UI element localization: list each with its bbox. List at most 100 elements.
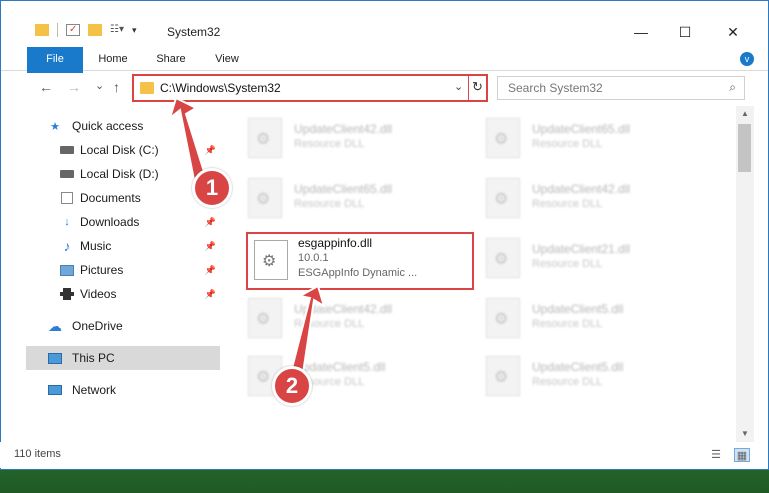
pin-icon[interactable]: 📌 bbox=[205, 265, 216, 276]
file-item-esgappinfo[interactable]: esgappinfo.dll 10.0.1 ESGAppInfo Dynamic… bbox=[246, 232, 474, 290]
file-name: UpdateClient5.dll bbox=[294, 360, 386, 374]
file-item[interactable]: UpdateClient5.dll Resource DLL bbox=[486, 350, 716, 406]
sidebar-item-onedrive[interactable]: ☁ OneDrive bbox=[26, 315, 220, 337]
close-button[interactable]: ✕ bbox=[713, 21, 753, 43]
file-item[interactable]: UpdateClient42.dll Resource DLL bbox=[486, 172, 716, 228]
sidebar-item-network[interactable]: Network bbox=[26, 379, 220, 401]
address-bar[interactable]: C:\Windows\System32 ⌄ ↻ bbox=[132, 74, 488, 102]
sidebar-item-label: Downloads bbox=[80, 215, 140, 229]
sidebar-item-label: OneDrive bbox=[72, 319, 123, 333]
file-item[interactable]: UpdateClient65.dll Resource DLL bbox=[248, 172, 478, 228]
navigation-pane: ★ Quick access Local Disk (C:) 📌 Local D… bbox=[26, 106, 220, 440]
pin-icon[interactable]: 📌 bbox=[205, 289, 216, 300]
pin-icon[interactable]: 📌 bbox=[205, 145, 216, 156]
search-input[interactable]: Search System32 ⌕ bbox=[497, 76, 745, 100]
sidebar-item-videos[interactable]: Videos 📌 bbox=[26, 283, 220, 305]
address-separator bbox=[468, 76, 469, 100]
tab-home[interactable]: Home bbox=[91, 47, 135, 71]
file-name: UpdateClient42.dll bbox=[294, 302, 393, 316]
file-name: esgappinfo.dll bbox=[298, 236, 373, 250]
folder-icon bbox=[140, 82, 154, 94]
sidebar-item-pictures[interactable]: Pictures 📌 bbox=[26, 259, 220, 281]
tab-view[interactable]: View bbox=[207, 47, 247, 71]
cloud-icon: ☁ bbox=[48, 317, 62, 334]
dll-file-icon bbox=[486, 298, 520, 338]
file-description: Resource DLL bbox=[532, 138, 603, 150]
callout-2: 2 bbox=[272, 366, 312, 406]
videos-icon bbox=[60, 288, 74, 300]
sidebar-item-label: Local Disk (C:) bbox=[80, 143, 159, 157]
network-icon bbox=[48, 384, 62, 396]
sidebar-item-quick-access[interactable]: ★ Quick access bbox=[26, 115, 220, 137]
dll-file-icon bbox=[248, 298, 282, 338]
sidebar-item-documents[interactable]: Documents 📌 bbox=[26, 187, 220, 209]
expand-ribbon-icon[interactable]: v bbox=[740, 52, 754, 66]
search-placeholder: Search System32 bbox=[508, 81, 603, 95]
address-dropdown-icon[interactable]: ⌄ bbox=[454, 80, 463, 93]
pictures-icon bbox=[60, 264, 74, 276]
sidebar-item-downloads[interactable]: ↓ Downloads 📌 bbox=[26, 211, 220, 233]
refresh-icon[interactable]: ↻ bbox=[472, 79, 483, 95]
dll-file-icon bbox=[486, 118, 520, 158]
file-item[interactable]: UpdateClient42.dll Resource DLL bbox=[248, 112, 478, 168]
vertical-scrollbar[interactable]: ▲ ▼ bbox=[736, 106, 754, 442]
forward-button[interactable]: → bbox=[67, 79, 81, 95]
dll-file-icon bbox=[486, 238, 520, 278]
separator bbox=[57, 23, 58, 37]
minimize-button[interactable]: — bbox=[621, 21, 661, 43]
sidebar-item-this-pc[interactable]: This PC bbox=[26, 346, 220, 370]
sidebar-item-label: Music bbox=[80, 239, 112, 253]
up-button[interactable]: ↑ bbox=[113, 79, 120, 95]
file-description: Resource DLL bbox=[294, 318, 365, 330]
sidebar-item-local-disk-d[interactable]: Local Disk (D:) bbox=[26, 163, 220, 185]
star-icon: ★ bbox=[50, 120, 60, 133]
properties-icon[interactable]: ✓ bbox=[66, 24, 80, 36]
address-path[interactable]: C:\Windows\System32 bbox=[160, 81, 281, 95]
maximize-button[interactable]: ☐ bbox=[665, 21, 705, 43]
pin-icon[interactable]: 📌 bbox=[205, 217, 216, 228]
customize-toolbar-icon[interactable]: ☷▾ bbox=[110, 24, 124, 36]
computer-icon bbox=[48, 352, 62, 364]
window-title: System32 bbox=[167, 25, 221, 39]
recent-locations-button[interactable]: ⌄ bbox=[95, 79, 104, 92]
file-item[interactable]: UpdateClient65.dll Resource DLL bbox=[486, 112, 716, 168]
sidebar-item-label: This PC bbox=[72, 351, 115, 365]
file-name: UpdateClient5.dll bbox=[532, 360, 624, 374]
file-description: Resource DLL bbox=[532, 318, 603, 330]
sidebar-item-label: Network bbox=[72, 383, 117, 397]
file-name: UpdateClient21.dll bbox=[532, 242, 631, 256]
sidebar-item-label: Local Disk (D:) bbox=[80, 167, 159, 181]
file-description: Resource DLL bbox=[532, 198, 603, 210]
scrollbar-thumb[interactable] bbox=[738, 124, 751, 172]
dll-file-icon bbox=[486, 356, 520, 396]
dll-file-icon bbox=[248, 118, 282, 158]
sidebar-item-label: Quick access bbox=[72, 119, 144, 133]
scroll-up-icon[interactable]: ▲ bbox=[736, 106, 754, 122]
file-item[interactable]: UpdateClient42.dll Resource DLL bbox=[248, 292, 478, 348]
tab-share[interactable]: Share bbox=[149, 47, 193, 71]
drive-icon bbox=[60, 168, 74, 180]
details-view-icon[interactable]: ☰ bbox=[708, 448, 724, 462]
toolbar-dropdown-icon[interactable]: ▾ bbox=[132, 25, 137, 36]
file-description: Resource DLL bbox=[294, 138, 365, 150]
documents-icon bbox=[60, 192, 74, 204]
dll-file-icon bbox=[254, 240, 288, 280]
file-item[interactable]: UpdateClient21.dll Resource DLL bbox=[486, 232, 716, 288]
scroll-down-icon[interactable]: ▼ bbox=[736, 426, 754, 442]
new-folder-icon[interactable] bbox=[88, 24, 102, 36]
file-item[interactable]: UpdateClient5.dll Resource DLL bbox=[486, 292, 716, 348]
search-icon[interactable]: ⌕ bbox=[729, 80, 736, 95]
file-description: Resource DLL bbox=[294, 198, 365, 210]
file-name: UpdateClient65.dll bbox=[294, 182, 393, 196]
pin-icon[interactable]: 📌 bbox=[205, 241, 216, 252]
file-name: UpdateClient42.dll bbox=[294, 122, 393, 136]
sidebar-item-music[interactable]: ♪ Music 📌 bbox=[26, 235, 220, 257]
file-version: 10.0.1 bbox=[298, 252, 329, 264]
sidebar-item-local-disk-c[interactable]: Local Disk (C:) 📌 bbox=[26, 139, 220, 161]
file-name: UpdateClient5.dll bbox=[532, 302, 624, 316]
folder-icon[interactable] bbox=[35, 24, 49, 36]
file-description: Resource DLL bbox=[532, 258, 603, 270]
tiles-view-icon[interactable]: ▦ bbox=[734, 448, 750, 462]
status-bar: 110 items ☰ ▦ bbox=[0, 442, 767, 468]
back-button[interactable]: ← bbox=[39, 79, 53, 95]
